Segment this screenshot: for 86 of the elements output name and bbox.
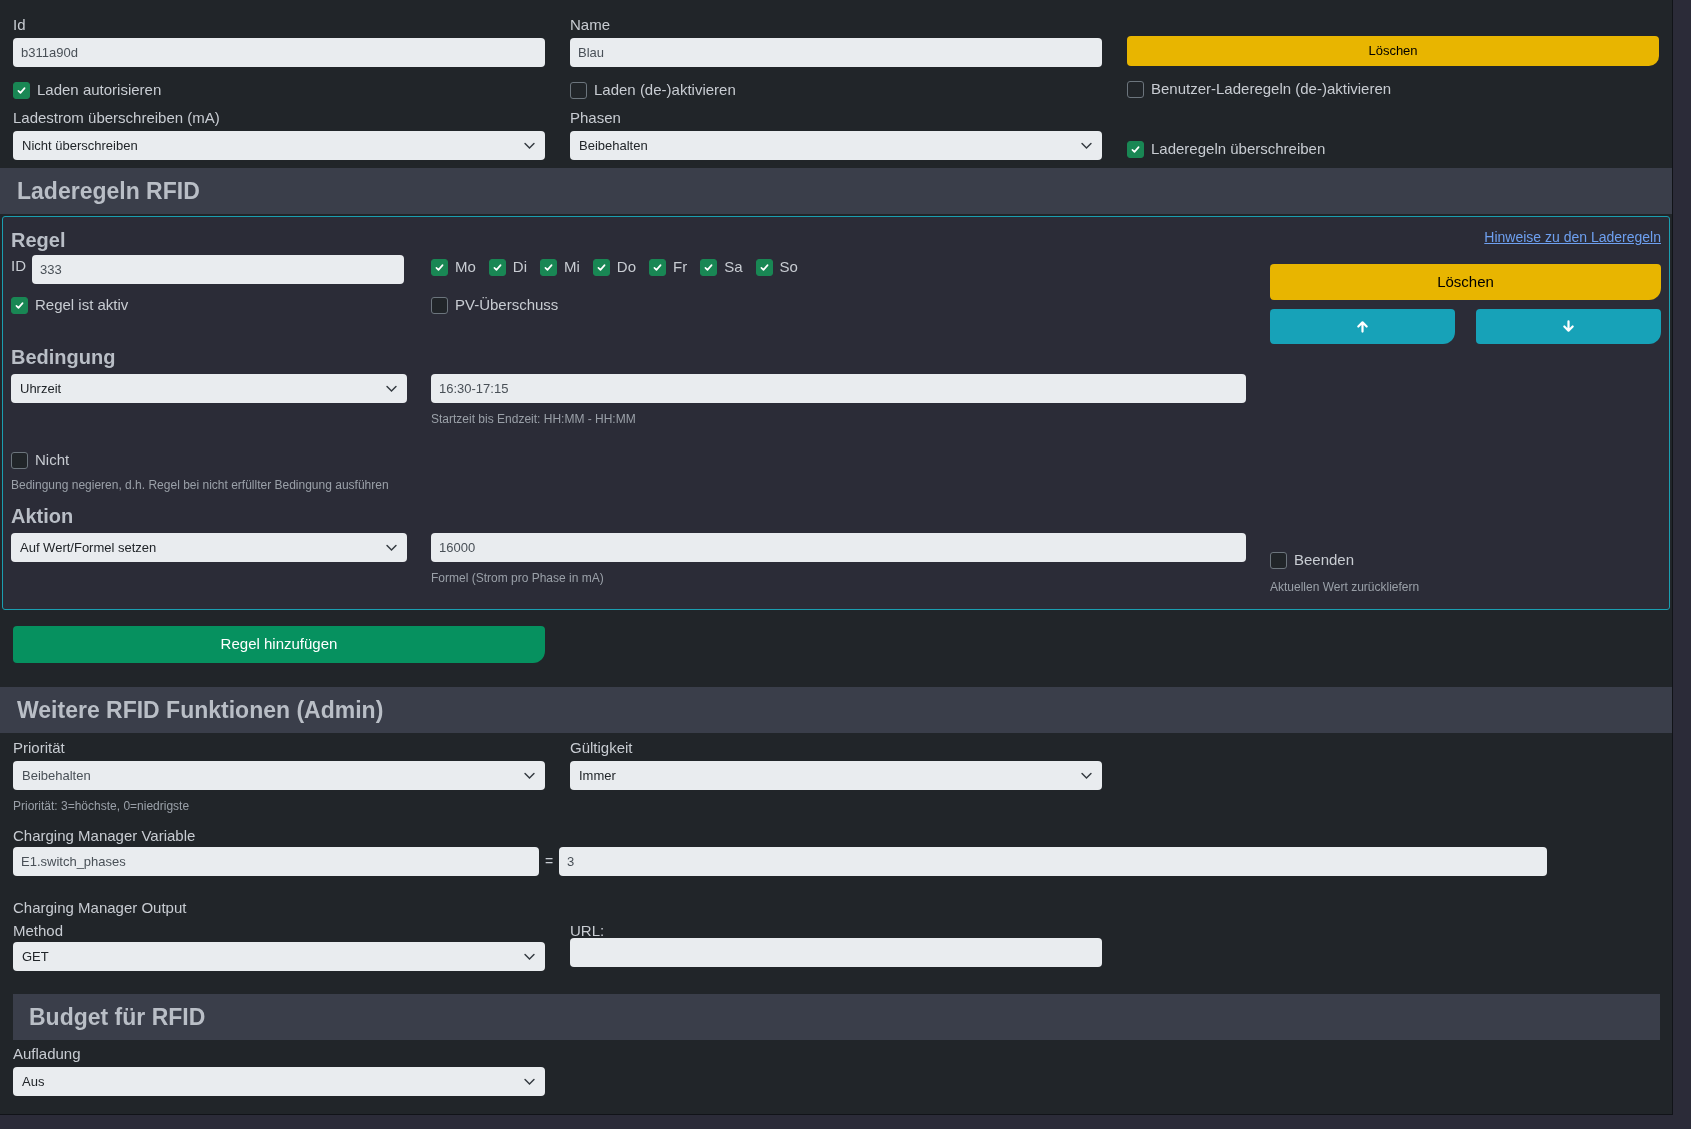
rule-heading: Regel	[11, 228, 67, 253]
checkmark-icon	[16, 84, 27, 96]
field-label: Aufladung	[13, 1044, 82, 1064]
checkbox-label: Nicht	[35, 449, 70, 470]
field-label: Method	[13, 921, 65, 941]
field-label: Phasen	[570, 108, 622, 128]
checkbox[interactable]	[488, 259, 506, 276]
checkbox-label: Mo	[455, 257, 476, 278]
checkmark-icon	[434, 262, 445, 273]
checkbox-label: Benutzer-Laderegeln (de-)aktivieren	[1151, 78, 1392, 99]
field-label: ID	[11, 256, 26, 276]
field-label: Id	[13, 15, 27, 35]
field-label: Charging Manager Variable	[13, 826, 197, 846]
section-subheading: Aktion	[11, 504, 75, 529]
checkmark-icon	[1130, 143, 1141, 155]
hint-text: Formel (Strom pro Phase in mA)	[431, 570, 605, 587]
input-field[interactable]: 333	[32, 255, 404, 284]
checkbox[interactable]	[755, 259, 773, 276]
checkbox-label: Di	[512, 257, 527, 278]
add-rule-button[interactable]: Regel hinzufügen	[13, 626, 545, 663]
checkbox[interactable]	[13, 81, 30, 99]
delete-button[interactable]: Löschen	[1270, 264, 1661, 300]
input-field[interactable]: 16:30-17:15	[431, 374, 1246, 403]
help-link[interactable]: Hinweise zu den Laderegeln	[1484, 227, 1661, 255]
checkmark-icon	[14, 299, 25, 311]
checkmark-icon	[758, 262, 770, 273]
hint-text: Priorität: 3=höchste, 0=niedrigste	[13, 798, 191, 815]
checkbox-label: PV-Überschuss	[455, 294, 559, 315]
section-title: Budget für RFID	[29, 1002, 206, 1032]
value-field[interactable]: 3	[559, 847, 1547, 876]
equals-sign: =	[543, 852, 555, 871]
field-label: Priorität	[13, 738, 66, 758]
arrow-up-icon	[1356, 320, 1369, 333]
checkbox-label: Mi	[564, 257, 580, 278]
checkmark-icon	[491, 262, 503, 273]
checkbox[interactable]	[700, 259, 718, 276]
section-title: Weitere RFID Funktionen (Admin)	[17, 695, 384, 725]
checkbox-label: Beenden	[1294, 549, 1355, 570]
dropdown[interactable]: GET	[13, 942, 545, 971]
checkbox-label: Sa	[724, 257, 743, 278]
checkbox[interactable]	[570, 81, 587, 99]
checkmark-icon	[595, 262, 607, 273]
checkbox-label: Laden (de-)aktivieren	[594, 79, 736, 100]
checkbox-label: Fr	[673, 257, 688, 278]
dropdown[interactable]: Uhrzeit	[11, 374, 407, 403]
field-label: Charging Manager Output	[13, 898, 188, 918]
checkbox-label: Regel ist aktiv	[35, 294, 129, 315]
checkbox[interactable]	[649, 259, 667, 276]
dropdown[interactable]: Auf Wert/Formel setzen	[11, 533, 407, 562]
checkmark-icon	[703, 262, 715, 273]
dropdown[interactable]: Beibehalten	[570, 131, 1102, 160]
hint-text: Bedingung negieren, d.h. Regel bei nicht erfüllter Bedingung ausführen	[11, 477, 390, 494]
variable-field[interactable]: E1.switch_phases	[13, 847, 539, 876]
dropdown[interactable]: Nicht überschreiben	[13, 131, 545, 160]
section-subheading: Bedingung	[11, 345, 117, 370]
dropdown[interactable]: Immer	[570, 761, 1102, 790]
checkbox[interactable]	[11, 296, 28, 314]
checkbox-label: Do	[616, 257, 637, 278]
input-field[interactable]: b311a90d	[13, 38, 545, 67]
hint-text: Startzeit bis Endzeit: HH:MM - HH:MM	[431, 411, 637, 428]
checkmark-icon	[652, 262, 664, 273]
hint-text: Aktuellen Wert zurückliefern	[1270, 579, 1421, 596]
field-label: URL:	[570, 921, 606, 938]
input-field[interactable]: 16000	[431, 533, 1246, 562]
field-label: Gültigkeit	[570, 738, 634, 758]
checkbox[interactable]	[1127, 80, 1144, 98]
arrow-down-icon	[1562, 320, 1575, 333]
checkbox[interactable]	[11, 451, 28, 469]
checkbox[interactable]	[1127, 140, 1144, 158]
input-field[interactable]: Blau	[570, 38, 1102, 67]
checkbox[interactable]	[540, 259, 557, 276]
section-title: Laderegeln RFID	[17, 176, 200, 206]
checkbox[interactable]	[1270, 551, 1287, 569]
checkbox[interactable]	[592, 259, 610, 276]
checkmark-icon	[543, 262, 554, 273]
checkbox-label: So	[779, 257, 798, 278]
delete-button[interactable]: Löschen	[1127, 36, 1659, 66]
field-label: Name	[570, 15, 611, 35]
checkbox[interactable]	[431, 259, 448, 276]
url-field[interactable]	[570, 938, 1102, 967]
dropdown[interactable]: Aus	[13, 1067, 545, 1096]
checkbox-label: Laderegeln überschreiben	[1151, 138, 1326, 159]
field-label: Ladestrom überschreiben (mA)	[13, 108, 221, 128]
checkbox[interactable]	[431, 296, 448, 314]
dropdown[interactable]: Beibehalten	[13, 761, 545, 790]
checkbox-label: Laden autorisieren	[37, 79, 162, 100]
